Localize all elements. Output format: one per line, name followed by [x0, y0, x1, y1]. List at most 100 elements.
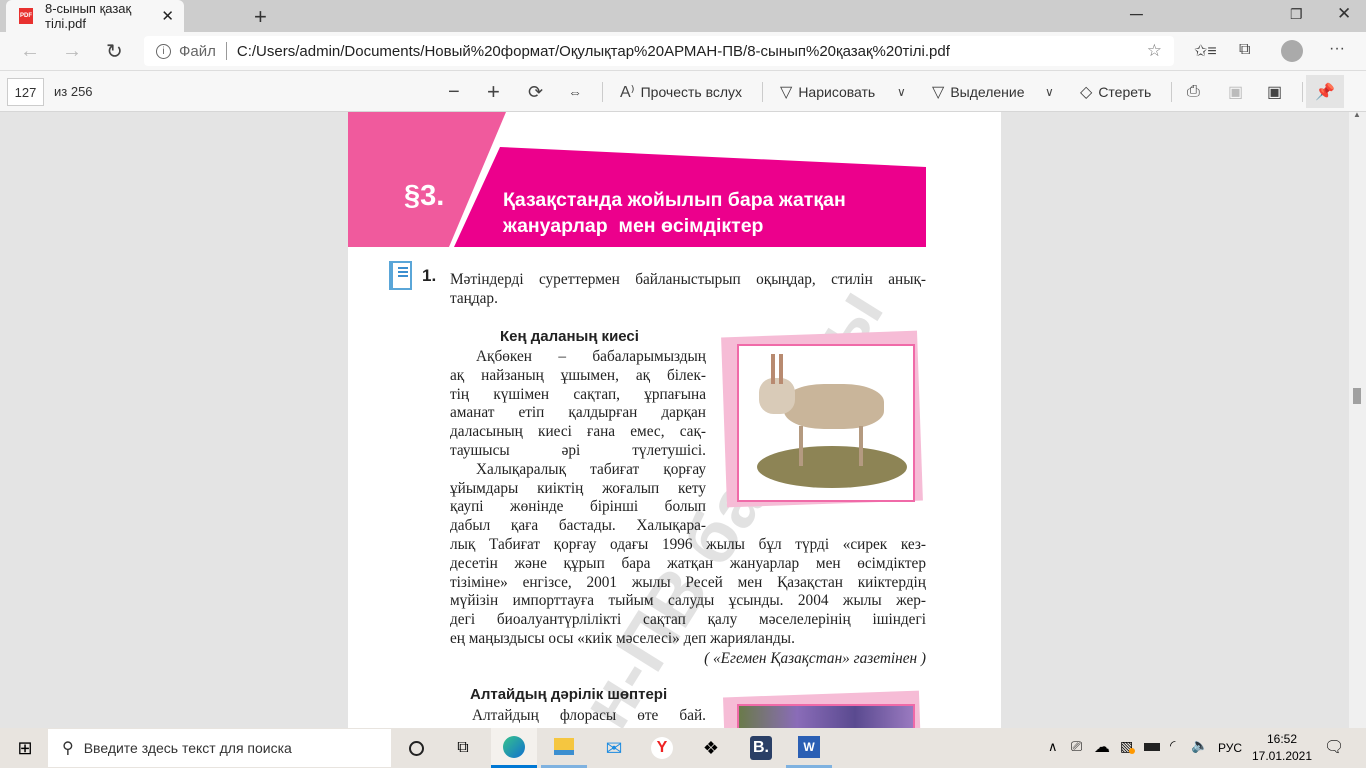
system-clock[interactable]: 16:52 17.01.2021	[1250, 731, 1314, 765]
save-as-icon[interactable]: ▣	[1267, 71, 1282, 113]
text-heading: Алтайдың дәрілік шөптері	[470, 686, 668, 703]
body-text-line: мүйізін импорттауға тыйым салуды ұсынды.…	[450, 592, 926, 610]
clock-time: 16:52	[1266, 732, 1298, 746]
body-text-line: дегі биоалуантүрлілікті сақтап қалу мәсе…	[450, 611, 926, 629]
forward-icon[interactable]: →	[62, 40, 82, 63]
page-number-input[interactable]: 127	[7, 78, 44, 106]
volume-icon[interactable]: 🔈	[1191, 737, 1208, 754]
highlighter-icon: ▽	[932, 84, 945, 101]
body-text-line: дабыл қаға бастады. Халықара-	[450, 517, 706, 535]
task-text-line: Мәтіндерді суреттермен байланыстырып оқы…	[450, 271, 926, 288]
pin-toolbar-button[interactable]: 📌	[1306, 75, 1344, 108]
section-title: Қазақстанда жойылып бара жатқан жануарла…	[503, 187, 846, 239]
divider	[1171, 82, 1172, 102]
show-hidden-icons-chevron-icon[interactable]: ∧	[1048, 739, 1058, 755]
tab-strip	[0, 0, 1366, 32]
scroll-up-arrow-icon[interactable]: ▲	[1353, 110, 1361, 119]
vertical-scrollbar[interactable]: ▲	[1349, 110, 1366, 728]
windows-logo-icon: ⊞	[17, 737, 33, 758]
profile-avatar[interactable]	[1281, 40, 1303, 62]
url-text: C:/Users/admin/Documents/Новый%20формат/…	[236, 42, 950, 60]
close-window-button[interactable]: ✕	[1337, 4, 1351, 24]
cortana-circle-icon	[408, 740, 424, 756]
highlight-options-chevron-icon[interactable]: ∨	[1045, 71, 1054, 113]
folder-icon	[554, 738, 574, 755]
pdf-page: §3. Қазақстанда жойылып бара жатқан жану…	[348, 112, 1001, 728]
task-view-button[interactable]: ⧉	[440, 728, 486, 768]
body-text-line: қаупі жөнінде бірінші болып	[450, 498, 706, 516]
battery-icon[interactable]	[1144, 743, 1160, 751]
divider	[762, 82, 763, 102]
erase-label: Стереть	[1098, 84, 1152, 100]
input-language[interactable]: РУС	[1218, 741, 1242, 755]
zoom-out-icon[interactable]: −	[448, 71, 460, 113]
onedrive-cloud-icon[interactable]: ☁	[1094, 737, 1110, 757]
print-icon[interactable]: ⎙	[1187, 71, 1200, 113]
edge-icon	[503, 735, 525, 758]
start-button[interactable]: ⊞	[2, 728, 48, 768]
address-bar[interactable]: i Файл C:/Users/admin/Documents/Новый%20…	[144, 36, 1174, 66]
body-text-line: Ақбөкен – бабаларымыздың	[476, 348, 706, 365]
dropbox-icon: ❖	[702, 737, 720, 758]
collections-icon[interactable]: ⧉	[1239, 41, 1250, 59]
draw-button[interactable]: ▽ Нарисовать	[780, 71, 875, 113]
divider	[1302, 82, 1303, 102]
taskbar-edge[interactable]	[491, 728, 537, 768]
tab-title: 8-сынып қазақ тілі.pdf	[45, 1, 132, 31]
yandex-browser-icon: Y	[651, 737, 673, 759]
taskbar-b-app[interactable]: B.	[738, 728, 784, 768]
taskbar-mail[interactable]: ✉	[591, 728, 637, 768]
zoom-in-icon[interactable]: +	[487, 71, 500, 113]
taskbar-dropbox[interactable]: ❖	[688, 728, 734, 768]
eraser-icon: ◇	[1080, 84, 1093, 101]
taskbar-search-box[interactable]: ⚲ Введите здесь текст для поиска	[48, 729, 391, 767]
highlight-button[interactable]: ▽ Выделение	[932, 71, 1025, 113]
search-placeholder: Введите здесь текст для поиска	[83, 740, 292, 756]
save-icon[interactable]: ▣	[1228, 71, 1243, 113]
browser-tab[interactable]: PDF 8-сынып қазақ тілі.pdf ✕	[6, 0, 184, 32]
favorite-star-icon[interactable]: ☆	[1147, 41, 1162, 61]
clock-date: 17.01.2021	[1251, 749, 1313, 763]
close-tab-icon[interactable]: ✕	[161, 7, 174, 25]
taskbar-file-explorer[interactable]	[541, 728, 587, 768]
draw-options-chevron-icon[interactable]: ∨	[897, 71, 906, 113]
refresh-icon[interactable]: ↻	[106, 39, 123, 64]
update-notification-icon[interactable]: ▧	[1120, 738, 1135, 755]
meet-now-icon[interactable]: ⎚	[1071, 738, 1082, 755]
favorites-icon[interactable]: ✩≡	[1194, 41, 1217, 61]
minimize-button[interactable]: ─	[1130, 4, 1143, 25]
read-aloud-button[interactable]: A⁾ Прочесть вслух	[620, 71, 742, 113]
task-text-line: таңдар.	[450, 290, 498, 307]
taskbar-yandex[interactable]: Y	[639, 728, 685, 768]
source-citation: ( «Егемен Қазақстан» газетінен )	[704, 650, 926, 667]
rotate-icon[interactable]: ⟳	[528, 71, 543, 113]
body-text-line: тің күшімен сақтап, ұрпағына	[450, 385, 706, 403]
task-view-icon: ⧉	[457, 739, 469, 756]
taskbar-word[interactable]: W	[786, 728, 832, 768]
divider	[602, 82, 603, 102]
info-icon[interactable]: i	[156, 43, 171, 59]
notifications-icon[interactable]: 🗨	[1324, 737, 1344, 757]
draw-label: Нарисовать	[798, 84, 876, 100]
read-aloud-icon: A⁾	[620, 84, 635, 101]
highlight-label: Выделение	[950, 84, 1025, 100]
saiga-antelope-image	[737, 344, 915, 502]
file-label: Файл	[179, 42, 216, 60]
scrollbar-thumb[interactable]	[1353, 388, 1361, 404]
pdf-toolbar: 127 из 256 − + ⟳ ⇔ A⁾ Прочесть вслух ▽ Нар…	[0, 70, 1366, 112]
mail-icon: ✉	[605, 737, 623, 760]
section-number: §3.	[404, 180, 445, 212]
body-text-line: десетін және құрып бара жатқан жануарлар…	[450, 554, 926, 572]
body-text-line: Халықаралық табиғат қорғау	[476, 460, 706, 478]
word-icon: W	[798, 735, 820, 758]
wifi-icon[interactable]: ◜	[1170, 737, 1175, 754]
cortana-button[interactable]	[393, 728, 439, 768]
restore-button[interactable]: ❐	[1290, 6, 1303, 23]
body-text-line: ұйымдары киіктің жоғалып кету	[450, 479, 706, 497]
erase-button[interactable]: ◇ Стереть	[1080, 71, 1151, 113]
body-text-line: ақ найзаның ұшымен, ақ білек-	[450, 366, 706, 384]
new-tab-button[interactable]: +	[254, 4, 267, 30]
more-menu-icon[interactable]: ···	[1329, 40, 1345, 58]
fit-page-icon[interactable]: ⇔	[568, 71, 582, 113]
back-icon[interactable]: ←	[20, 40, 40, 63]
